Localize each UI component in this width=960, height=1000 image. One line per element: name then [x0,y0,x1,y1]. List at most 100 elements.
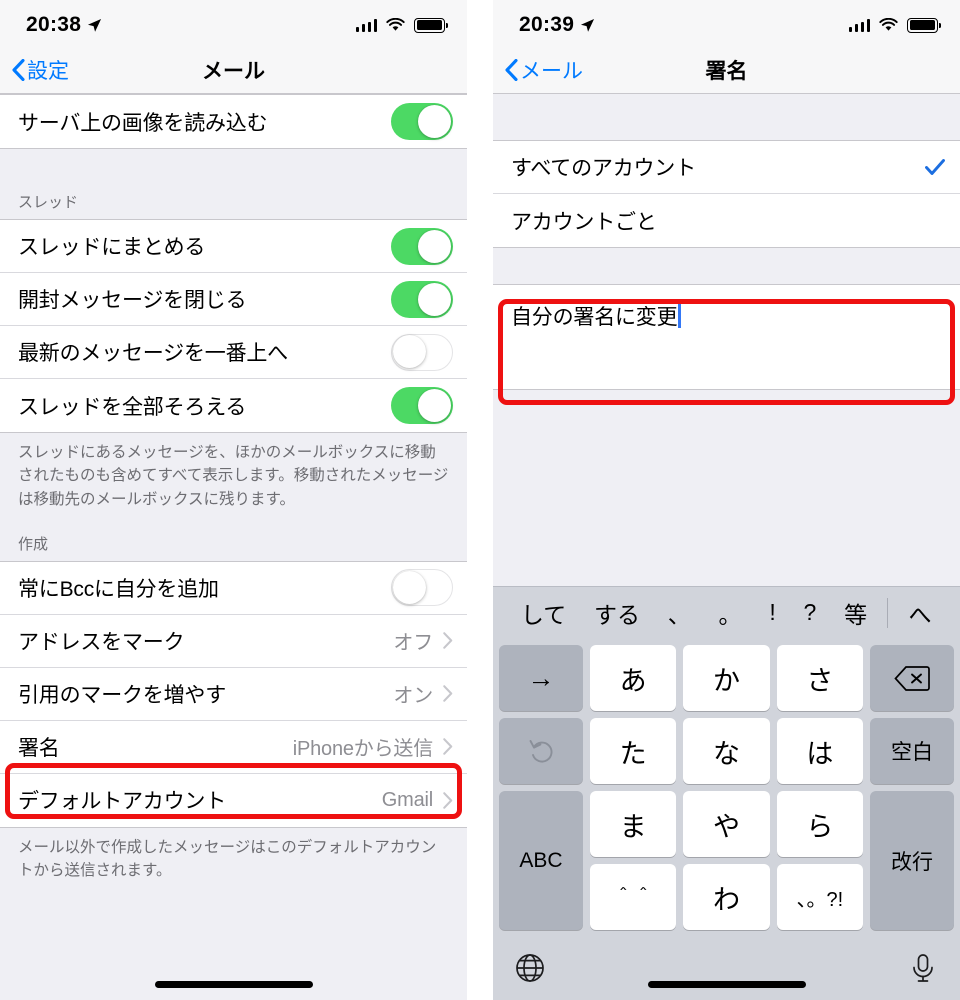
toggle-complete-threads[interactable] [391,387,453,424]
signature-textarea[interactable]: 自分の署名に変更 [493,284,960,390]
status-time-right: 20:39 [519,13,595,37]
right-phone-screen: 20:39 メール 署名 すべてのアカウント アカウントごと 自分の署名に変更 … [493,0,960,1000]
punctuation-key[interactable]: 、。?! [776,864,863,930]
chevron-left-icon [12,58,25,81]
prediction-2[interactable]: 、 [654,596,705,630]
key-ra[interactable]: ら [776,791,863,857]
row-complete-threads[interactable]: スレッドを全部そろえる [0,379,467,432]
expand-predictions-button[interactable]: へ [894,596,946,630]
key-a[interactable]: あ [590,645,677,711]
row-label: 署名 [18,736,60,760]
option-label: すべてのアカウント [511,157,696,180]
delete-key[interactable] [870,645,954,711]
back-button-label: メール [520,59,583,83]
row-value-wrap: オフ [393,626,453,655]
option-per-account[interactable]: アカウントごと [493,194,960,247]
row-label: スレッドにまとめる [18,236,206,259]
predictive-text-bar: して する 、 。 ! ? 等 へ [493,586,960,638]
row-label: 最新のメッセージを一番上へ [18,342,288,365]
back-button-settings[interactable]: 設定 [0,55,69,85]
space-key[interactable]: 空白 [870,718,954,784]
key-ha[interactable]: は [776,718,863,784]
prediction-3[interactable]: 。 [705,596,756,630]
row-label: 開封メッセージを閉じる [18,289,247,312]
row-collapse-read-messages[interactable]: 開封メッセージを閉じる [0,273,467,326]
key-ya[interactable]: や [683,791,770,857]
status-time-text: 20:39 [519,13,575,36]
settings-group-compose: 常にBccに自分を追加 アドレスをマーク オフ 引用のマークを増やす オン 署名 [0,560,467,828]
prediction-6[interactable]: 等 [830,596,881,630]
row-increase-quote-level[interactable]: 引用のマークを増やす オン [0,667,467,721]
key-grid: → あ か さ た な は 空白 ABC ま や ら 改行 ＾＾ わ 、。?! [493,638,960,936]
backspace-icon [894,665,930,691]
status-bar-left: 20:38 [0,0,467,46]
row-most-recent-on-top[interactable]: 最新のメッセージを一番上へ [0,326,467,379]
toggle-always-bcc-myself[interactable] [391,569,453,607]
row-label: デフォルトアカウント [18,790,226,814]
row-label: 引用のマークを増やす [18,683,226,707]
row-value-wrap: iPhoneから送信 [293,732,453,761]
status-time-text: 20:38 [26,13,82,36]
key-ka[interactable]: か [683,645,770,711]
footnote-default-account: メール以外で作成したメッセージはこのデフォルトアカウントから送信されます。 [0,827,467,883]
back-button-label: 設定 [27,59,69,83]
wifi-icon [386,18,405,31]
cursor-right-key[interactable]: → [499,645,583,711]
toggle-collapse-read-messages[interactable] [391,280,453,318]
predictive-divider [886,597,888,628]
row-value-wrap: オン [393,679,453,708]
emoticon-key[interactable]: ＾＾ [590,864,677,930]
option-all-accounts[interactable]: すべてのアカウント [493,141,960,194]
prediction-1[interactable]: する [580,596,654,630]
toggle-most-recent-on-top[interactable] [391,333,453,371]
return-key[interactable]: 改行 [870,791,954,930]
row-value: オン [393,685,433,708]
row-label: アドレスをマーク [18,630,185,654]
prediction-4[interactable]: ! [755,599,789,626]
nav-bar-left: 設定 メール [0,46,467,94]
keyboard-bottom-bar [493,936,960,1000]
back-button-mail[interactable]: メール [493,55,583,85]
row-load-remote-images[interactable]: サーバ上の画像を読み込む [0,95,467,148]
chevron-right-icon [443,792,453,809]
cellular-signal-icon [848,18,870,32]
home-indicator-right [647,981,806,988]
prediction-0[interactable]: して [507,596,580,630]
location-arrow-icon [581,18,595,32]
toggle-knob [418,282,451,316]
nav-bar-right: メール 署名 [493,46,960,94]
row-default-account[interactable]: デフォルトアカウント Gmail [0,773,467,827]
top-spacer-right [493,94,960,140]
battery-full-icon [414,17,448,33]
key-wa[interactable]: わ [683,864,770,930]
status-indicators-right [848,17,941,33]
toggle-organize-by-thread[interactable] [391,227,453,265]
chevron-right-icon [443,685,453,702]
key-na[interactable]: な [683,718,770,784]
checkmark-icon [925,159,945,175]
prediction-5[interactable]: ? [790,599,831,626]
left-phone-screen: 20:38 設定 メール サーバ上の画像を読み込む スレッド スレッドにまとめる… [0,0,467,1000]
home-indicator-left [154,981,313,988]
row-always-bcc-myself[interactable]: 常にBccに自分を追加 [0,561,467,615]
key-ta[interactable]: た [590,718,677,784]
toggle-load-remote-images[interactable] [391,103,453,140]
row-organize-by-thread[interactable]: スレッドにまとめる [0,220,467,273]
toggle-knob [418,229,451,263]
toggle-knob [393,570,426,604]
globe-icon[interactable] [515,953,545,983]
group-spacer-2 [0,510,467,533]
signature-spacer [493,248,960,284]
footnote-threads: スレッドにあるメッセージを、ほかのメールボックスに移動されたものも含めてすべて表… [0,433,467,511]
page-title-left: メール [202,59,265,83]
settings-group-images: サーバ上の画像を読み込む [0,94,467,149]
row-signature[interactable]: 署名 iPhoneから送信 [0,720,467,774]
microphone-icon[interactable] [908,953,938,983]
key-ma[interactable]: ま [590,791,677,857]
signature-text: 自分の署名に変更 [511,306,678,329]
key-sa[interactable]: さ [776,645,863,711]
abc-key[interactable]: ABC [499,791,583,930]
signature-scope-group: すべてのアカウント アカウントごと [493,140,960,248]
undo-key[interactable] [499,718,583,784]
row-mark-addresses[interactable]: アドレスをマーク オフ [0,614,467,668]
